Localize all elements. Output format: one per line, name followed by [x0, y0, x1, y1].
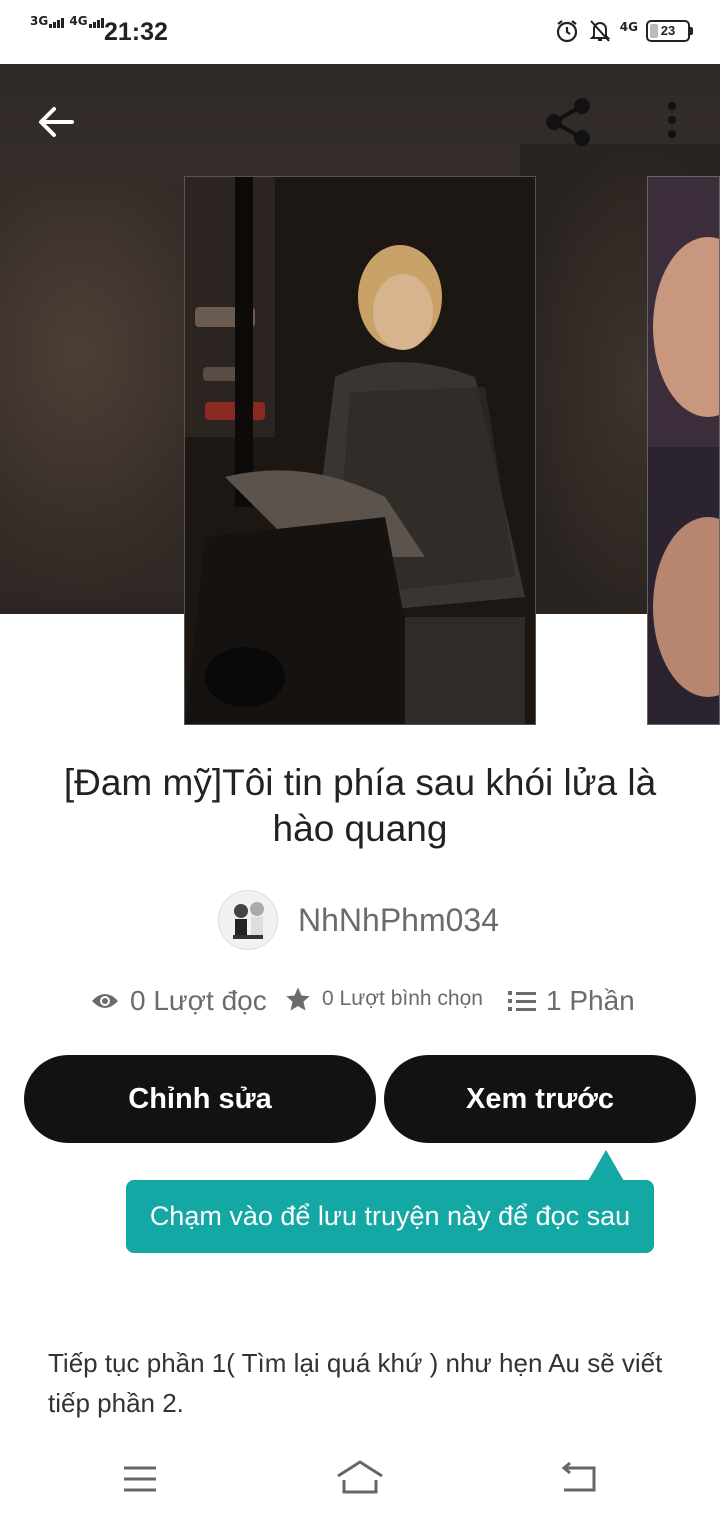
network-indicator: 3G 4G	[30, 14, 105, 28]
signal-bars-icon	[88, 14, 105, 28]
share-icon[interactable]	[540, 94, 596, 150]
edit-button[interactable]: Chỉnh sửa	[24, 1055, 376, 1143]
parts-stat: 1 Phần	[508, 985, 635, 1017]
side-cover-illustration	[648, 177, 719, 724]
more-vertical-icon[interactable]	[656, 98, 688, 146]
signal-bars-icon	[49, 14, 65, 28]
menu-icon[interactable]	[112, 1454, 168, 1504]
network-3g-label: 3G	[30, 14, 49, 28]
battery-level: 23	[660, 23, 676, 38]
tooltip-arrow	[588, 1150, 624, 1181]
story-title: [Đam mỹ]Tôi tin phía sau khói lửa là hào…	[63, 762, 657, 849]
story-cover-image[interactable]	[184, 176, 536, 725]
bell-off-icon	[589, 20, 611, 42]
story-description: Tiếp tục phần 1( Tìm lại quá khứ ) như h…	[48, 1348, 663, 1418]
story-stats: 0 Lượt đọc 0 Lượt bình chọn 1 Phần	[0, 985, 720, 1029]
cover-illustration	[185, 177, 535, 724]
save-tooltip[interactable]: Chạm vào để lưu truyện này để đọc sau	[126, 1180, 654, 1253]
reads-stat: 0 Lượt đọc	[90, 985, 267, 1017]
home-icon[interactable]	[332, 1454, 388, 1504]
system-nav-bar	[0, 1440, 720, 1520]
status-bar: 3G 4G 21:32 4G 23	[0, 0, 720, 64]
battery-icon: 23	[646, 20, 693, 42]
eye-icon	[92, 994, 118, 1008]
star-icon	[286, 987, 310, 1011]
next-story-cover-image[interactable]	[647, 176, 720, 725]
parts-count: 1 Phần	[546, 985, 635, 1016]
reads-count: 0 Lượt đọc	[130, 985, 267, 1016]
votes-stat: 0 Lượt bình chọn	[284, 985, 483, 1013]
avatar[interactable]	[218, 890, 278, 950]
status-icons: 4G 23	[554, 18, 693, 44]
network-4g-right: 4G	[619, 20, 638, 34]
network-4g-label: 4G	[69, 14, 88, 28]
tooltip-text: Chạm vào để lưu truyện này để đọc sau	[149, 1201, 631, 1231]
back-arrow-icon[interactable]	[32, 98, 80, 146]
status-time: 21:32	[104, 18, 168, 46]
votes-count: 0 Lượt bình chọn	[322, 987, 483, 1010]
alarm-icon	[556, 20, 577, 43]
back-icon[interactable]	[552, 1454, 608, 1504]
list-icon	[508, 991, 536, 1011]
author-row[interactable]: NhNhPhm034	[218, 890, 499, 950]
preview-button[interactable]: Xem trước	[384, 1055, 696, 1143]
author-name[interactable]: NhNhPhm034	[298, 902, 499, 939]
